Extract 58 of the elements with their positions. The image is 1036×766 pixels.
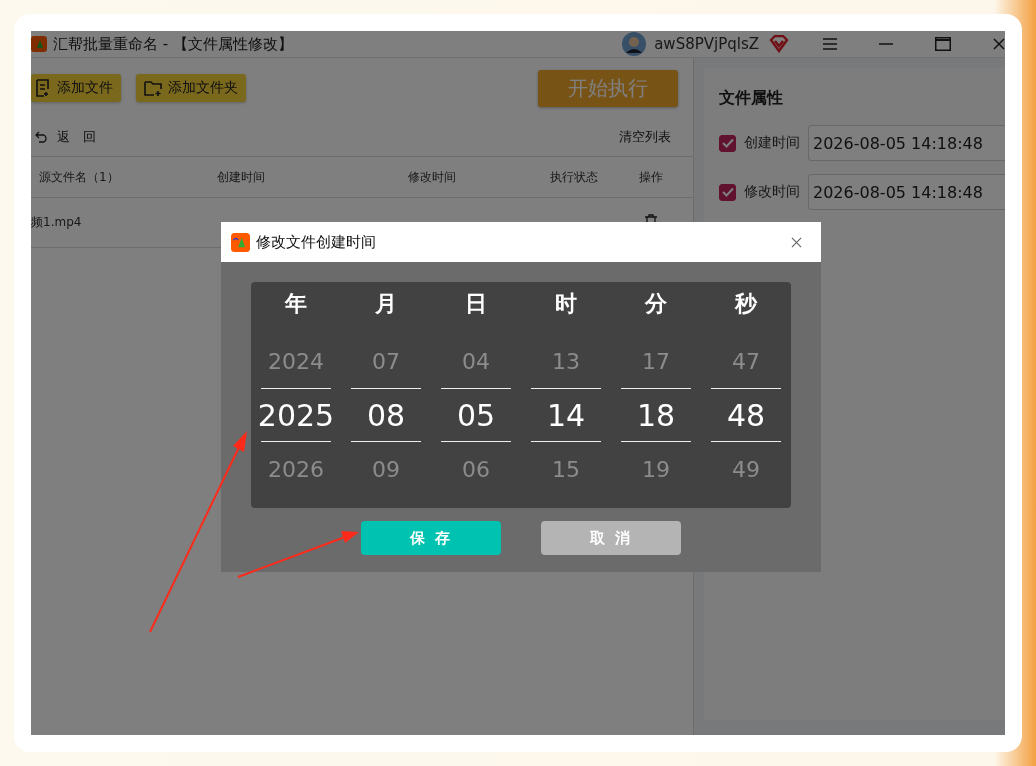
picker-value[interactable]: 05 xyxy=(441,388,511,442)
start-button[interactable]: 开始执行 xyxy=(538,69,678,107)
field-label: 修改时间 xyxy=(744,183,800,201)
picker-option[interactable]: 2026 xyxy=(268,454,324,484)
maximize-icon[interactable] xyxy=(935,37,951,51)
close-icon[interactable] xyxy=(791,236,802,248)
picker-option[interactable]: 17 xyxy=(642,346,670,376)
picker-option[interactable]: 19 xyxy=(642,454,670,484)
column-heading: 日 xyxy=(465,290,487,318)
clear-list-button[interactable]: 清空列表 xyxy=(619,128,671,146)
picker-option[interactable]: 49 xyxy=(732,454,760,484)
date-time-field[interactable]: 2026-08-05 14:18:48 xyxy=(808,174,1005,210)
panel-title: 文件属性 xyxy=(719,88,784,109)
add-button[interactable]: 添加文件 xyxy=(31,74,121,102)
add-button[interactable]: 添加文件夹 xyxy=(136,74,246,102)
picker-option[interactable]: 15 xyxy=(552,454,580,484)
app-logo-icon xyxy=(231,232,250,252)
date-time-field[interactable]: 2026-08-05 14:18:48 xyxy=(808,125,1005,161)
menu-icon[interactable] xyxy=(823,38,837,50)
field-label: 创建时间 xyxy=(744,134,800,152)
undo-icon xyxy=(35,131,49,143)
picker-value[interactable]: 2025 xyxy=(261,388,331,442)
picker-option[interactable]: 2024 xyxy=(268,346,324,376)
save-button[interactable]: 保 存 xyxy=(361,521,501,555)
back-button[interactable]: 返 回 xyxy=(31,128,100,146)
column-header: 执行状态 xyxy=(549,168,599,186)
picker-value[interactable]: 18 xyxy=(621,388,691,442)
picker-option[interactable]: 07 xyxy=(372,346,400,376)
dialog-title: 修改文件创建时间 xyxy=(256,232,376,252)
picker-value[interactable]: 08 xyxy=(351,388,421,442)
picker-option[interactable]: 13 xyxy=(552,346,580,376)
diamond-icon xyxy=(769,35,789,53)
picker-option[interactable]: 09 xyxy=(372,454,400,484)
picker-option[interactable]: 04 xyxy=(462,346,490,376)
cancel-button[interactable]: 取 消 xyxy=(541,521,681,555)
user-name: awS8PVjPqlsZ xyxy=(654,35,759,53)
column-heading: 秒 xyxy=(735,290,757,318)
close-icon[interactable] xyxy=(993,38,1005,50)
column-header: 修改时间 xyxy=(407,168,457,186)
checkbox[interactable] xyxy=(719,134,736,152)
column-heading: 分 xyxy=(645,290,667,318)
document-icon xyxy=(35,79,51,97)
window-title: 汇帮批量重命名 - 【文件属性修改】 xyxy=(53,34,293,54)
app-logo-icon xyxy=(31,36,47,52)
column-header: 创建时间 xyxy=(216,168,266,186)
picker-option[interactable]: 47 xyxy=(732,346,760,376)
picker-value[interactable]: 48 xyxy=(711,388,781,442)
folder-icon xyxy=(144,80,162,96)
avatar-icon[interactable] xyxy=(622,32,647,56)
picker-option[interactable]: 06 xyxy=(462,454,490,484)
picker-value[interactable]: 14 xyxy=(531,388,601,442)
column-heading: 年 xyxy=(285,290,307,318)
column-header: 操作 xyxy=(638,168,664,186)
column-heading: 月 xyxy=(375,290,397,318)
column-heading: 时 xyxy=(555,290,577,318)
checkbox[interactable] xyxy=(719,183,736,201)
table-cell: 频1.mp4 xyxy=(31,214,82,231)
column-header: 源文件名（1） xyxy=(38,168,120,186)
